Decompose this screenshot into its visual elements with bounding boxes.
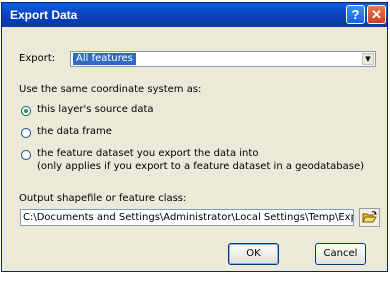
output-path-input[interactable]: C:\Documents and Settings\Administrator\… xyxy=(20,209,354,226)
export-label: Export: xyxy=(19,53,56,64)
help-button[interactable]: ? xyxy=(346,5,365,24)
radio-data-frame[interactable] xyxy=(21,128,31,138)
export-data-dialog: Export Data ? ✕ Export: All features ▼ U… xyxy=(1,2,388,272)
window-title: Export Data xyxy=(10,8,78,22)
feature-dataset-note: (only applies if you export to a feature… xyxy=(37,161,365,172)
browse-button[interactable] xyxy=(359,208,380,227)
cancel-button[interactable]: Cancel xyxy=(315,243,366,265)
radio-layer-source[interactable] xyxy=(21,106,31,116)
close-button[interactable]: ✕ xyxy=(367,5,386,24)
export-select[interactable]: All features ▼ xyxy=(70,51,376,67)
radio-layer-source-label[interactable]: this layer's source data xyxy=(37,104,154,115)
radio-feature-dataset-label[interactable]: the feature dataset you export the data … xyxy=(37,148,258,159)
ok-button[interactable]: OK xyxy=(228,243,279,265)
coordinate-system-heading: Use the same coordinate system as: xyxy=(19,84,202,95)
export-selected-value: All features xyxy=(73,53,136,65)
radio-data-frame-label[interactable]: the data frame xyxy=(37,126,112,137)
output-label: Output shapefile or feature class: xyxy=(19,193,187,204)
dropdown-arrow-icon[interactable]: ▼ xyxy=(362,53,374,65)
open-folder-icon xyxy=(362,211,377,223)
radio-feature-dataset[interactable] xyxy=(21,150,31,160)
title-bar[interactable]: Export Data ? ✕ xyxy=(2,3,387,27)
